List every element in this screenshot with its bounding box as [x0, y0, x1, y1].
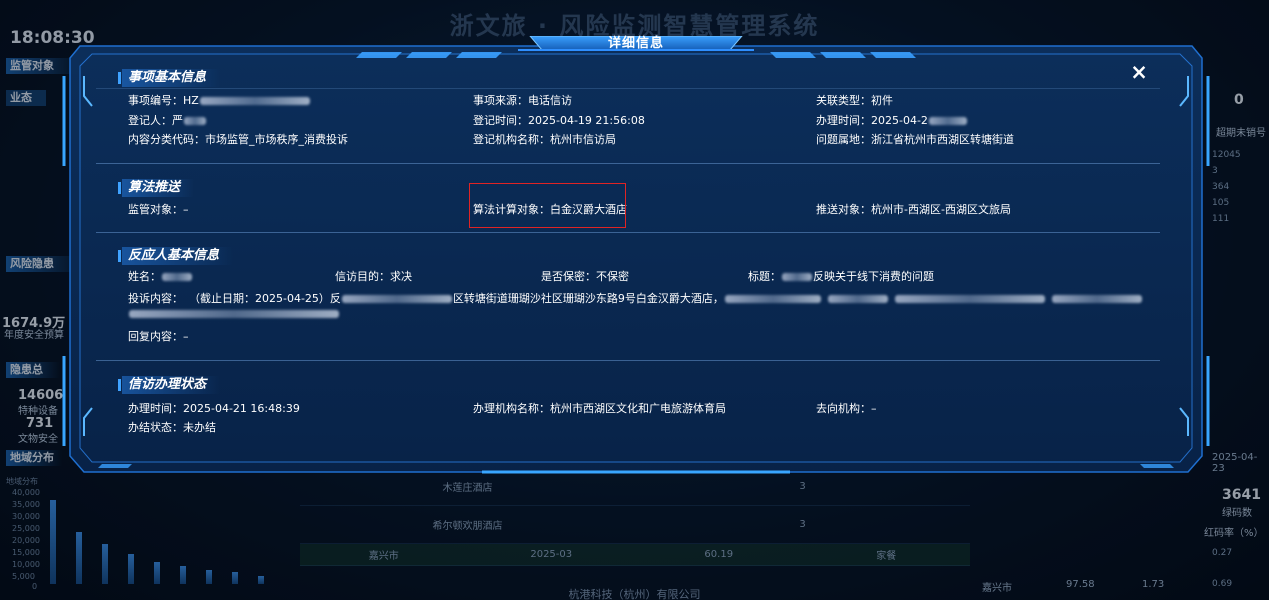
field-label: 登记机构名称：	[473, 133, 550, 146]
redacted-mask	[199, 97, 310, 105]
field-location: 问题属地：浙江省杭州市西湖区转塘街道	[816, 133, 1014, 147]
field-value: 区转塘街道珊瑚沙社区珊瑚沙东路9号白金汉爵大酒店，	[452, 292, 724, 305]
field-reg-org: 登记机构名称：杭州市信访局	[473, 133, 616, 147]
field-name: 姓名：	[128, 270, 193, 284]
field-value: 2025-04-21 16:48:39	[183, 402, 300, 415]
detail-modal: 详细信息 × 事项基本信息 事项编号：HZ 事项来源：电话信访 关联类型：初件 …	[62, 36, 1210, 482]
section-title-status: 信访办理状态	[117, 376, 221, 394]
field-label: 内容分类代码：	[128, 133, 205, 146]
field-value: 不保密	[596, 270, 629, 283]
redacted-mask	[928, 117, 967, 125]
field-label: 去向机构：	[816, 402, 871, 415]
field-label: 登记人：	[128, 114, 172, 127]
close-button[interactable]: ×	[1128, 62, 1150, 84]
field-source: 事项来源：电话信访	[473, 94, 572, 108]
field-status-time: 办理时间：2025-04-21 16:48:39	[128, 402, 300, 416]
field-label: 信访目的：	[335, 270, 390, 283]
redacted-mask	[129, 310, 339, 318]
field-label: 推送对象：	[816, 203, 871, 216]
redacted-mask	[894, 295, 1045, 303]
field-value: 2025-04-19 21:56:08	[528, 114, 645, 127]
redacted-mask	[724, 295, 821, 303]
field-label: 标题：	[748, 270, 781, 283]
field-label: 办理时间：	[128, 402, 183, 415]
field-value: 浙江省杭州市西湖区转塘街道	[871, 133, 1014, 146]
field-value: 杭州市-西湖区-西湖区文旅局	[871, 203, 1011, 216]
field-label: 事项来源：	[473, 94, 528, 107]
field-label: 办结状态：	[128, 421, 183, 434]
field-value: –	[183, 203, 189, 216]
field-value: 未办结	[183, 421, 216, 434]
field-value: 求决	[390, 270, 412, 283]
field-label: 事项编号：	[128, 94, 183, 107]
field-value: 2025-04-2	[871, 114, 928, 127]
section-divider	[96, 232, 1160, 233]
field-label: 登记时间：	[473, 114, 528, 127]
field-content: 投诉内容： （截止日期：2025-04-25）反 区转塘街道珊瑚沙社区珊瑚沙东路9号…	[128, 292, 1143, 306]
field-status-state: 办结状态：未办结	[128, 421, 216, 435]
section-divider	[96, 163, 1160, 164]
field-value: –	[183, 330, 189, 343]
field-push-target: 推送对象：杭州市-西湖区-西湖区文旅局	[816, 203, 1011, 217]
field-reply: 回复内容：–	[128, 330, 189, 344]
field-target: 监管对象：–	[128, 203, 189, 217]
redacted-mask	[162, 273, 192, 281]
field-label: 办理时间：	[816, 114, 871, 127]
highlight-box	[469, 183, 626, 228]
field-registrant: 登记人：严	[128, 114, 207, 128]
field-label: 姓名：	[128, 270, 161, 283]
field-label: 办理机构名称：	[473, 402, 550, 415]
modal-title: 详细信息	[607, 36, 664, 51]
field-value: 严	[172, 114, 183, 127]
field-category: 内容分类代码：市场监管_市场秩序_消费投诉	[128, 133, 348, 147]
field-content-line2	[128, 307, 340, 321]
app-stage: 浙文旅 · 风险监测智慧管理系统 18:08:30 监管对象 业态 风险隐患 隐…	[0, 0, 1269, 600]
field-value: 初件	[871, 94, 893, 107]
close-icon: ×	[1130, 60, 1148, 84]
field-item-no: 事项编号：HZ	[128, 94, 311, 108]
redacted-mask	[782, 273, 812, 281]
field-subject: 标题： 反映关于线下消费的问题	[748, 270, 934, 284]
redacted-mask	[341, 295, 452, 303]
field-purpose: 信访目的：求决	[335, 270, 412, 284]
section-divider	[96, 360, 1160, 361]
field-label: 投诉内容：	[128, 292, 183, 305]
field-value: 市场监管_市场秩序_消费投诉	[205, 133, 348, 146]
field-value: （截止日期：2025-04-25）反	[189, 292, 341, 305]
redacted-mask	[184, 117, 206, 125]
redacted-mask	[827, 295, 888, 303]
field-value: 反映关于线下消费的问题	[813, 270, 934, 283]
section-divider	[96, 88, 1160, 89]
field-handle-time: 办理时间：2025-04-2	[816, 114, 968, 128]
field-label: 回复内容：	[128, 330, 183, 343]
section-title-reporter: 反应人基本信息	[117, 247, 234, 265]
field-label: 是否保密：	[541, 270, 596, 283]
field-status-org: 办理机构名称：杭州市西湖区文化和广电旅游体育局	[473, 402, 726, 416]
field-value: 电话信访	[528, 94, 572, 107]
field-status-dest: 去向机构：–	[816, 402, 877, 416]
field-value: 杭州市西湖区文化和广电旅游体育局	[550, 402, 726, 415]
section-title-algo: 算法推送	[117, 179, 195, 197]
field-relation: 关联类型：初件	[816, 94, 893, 108]
section-title-basic: 事项基本信息	[117, 69, 221, 87]
redacted-mask	[1051, 295, 1142, 303]
field-label: 关联类型：	[816, 94, 871, 107]
field-value: 杭州市信访局	[550, 133, 616, 146]
field-secret: 是否保密：不保密	[541, 270, 629, 284]
field-value: –	[871, 402, 877, 415]
field-value: HZ	[183, 94, 199, 107]
field-label: 监管对象：	[128, 203, 183, 216]
field-label: 问题属地：	[816, 133, 871, 146]
field-reg-time: 登记时间：2025-04-19 21:56:08	[473, 114, 645, 128]
